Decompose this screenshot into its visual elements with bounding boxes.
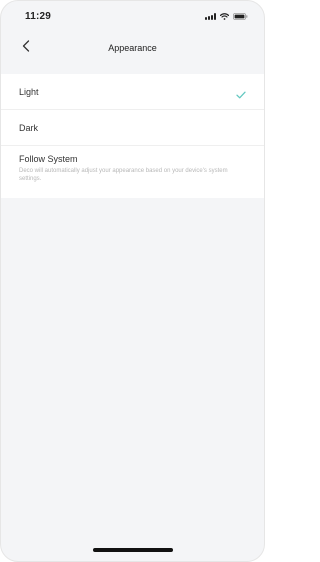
home-indicator[interactable] <box>92 548 173 552</box>
chevron-left-icon <box>22 39 30 57</box>
option-light[interactable]: Light <box>1 74 264 110</box>
option-dark-label: Dark <box>19 122 39 133</box>
navigation-bar: Appearance <box>1 31 264 65</box>
option-follow-system-description: Deco will automatically adjust your appe… <box>19 168 228 182</box>
appearance-options-list: Light Dark Follow System Deco will autom… <box>1 74 264 198</box>
phone-screen: 11:29 Appearance Light Dark Follow Syste… <box>0 0 265 562</box>
status-icons <box>205 12 248 20</box>
check-icon <box>236 86 246 104</box>
signal-icon <box>205 12 216 20</box>
status-time: 11:29 <box>25 10 52 22</box>
battery-icon <box>233 12 248 20</box>
back-button[interactable] <box>17 39 35 57</box>
option-dark[interactable]: Dark <box>1 110 264 146</box>
status-bar: 11:29 <box>1 1 264 31</box>
option-light-label: Light <box>19 86 39 97</box>
page-title: Appearance <box>108 43 157 53</box>
option-follow-system-label: Follow System <box>19 154 78 164</box>
wifi-icon <box>220 12 229 20</box>
option-follow-system[interactable]: Follow System Deco will automatically ad… <box>1 146 264 198</box>
